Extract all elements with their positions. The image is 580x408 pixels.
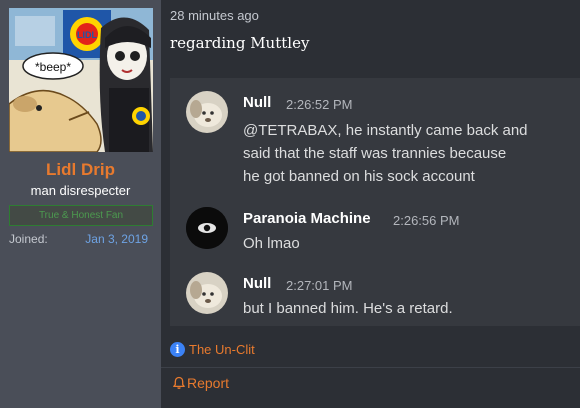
message-line: but I banned him. He's a retard. xyxy=(243,300,453,317)
post-text: regarding Muttley xyxy=(170,34,310,52)
avatar-logo-text: LIDL xyxy=(77,30,97,40)
message-avatar xyxy=(186,207,228,249)
message-avatar xyxy=(186,272,228,314)
username[interactable]: Lidl Drip xyxy=(0,160,161,180)
divider xyxy=(161,367,580,368)
message-line: said that the staff was trannies because xyxy=(243,145,507,162)
user-sidebar: LIDL *beep* Lidl Drip man disrespecter T… xyxy=(0,0,161,408)
message-line: he got banned on his sock account xyxy=(243,168,475,185)
post-timestamp[interactable]: 28 minutes ago xyxy=(170,8,259,23)
message-avatar xyxy=(186,91,228,133)
message-author[interactable]: Paranoia Machine xyxy=(243,210,371,227)
user-title: man disrespecter xyxy=(30,183,131,198)
message-body: @TETRABAX, he instantly came back and sa… xyxy=(243,119,528,188)
avatar-illustration: LIDL *beep* xyxy=(9,8,153,152)
joined-label: Joined: xyxy=(9,232,48,246)
bell-icon xyxy=(173,376,185,390)
user-avatar[interactable]: LIDL *beep* xyxy=(9,8,153,152)
eye-icon xyxy=(186,207,228,249)
message-line: @TETRABAX, he instantly came back and xyxy=(243,122,528,139)
message-line: Oh lmao xyxy=(243,235,300,252)
message-timestamp: 2:26:56 PM xyxy=(393,213,460,228)
message-body: but I banned him. He's a retard. xyxy=(243,297,453,320)
message-body: Oh lmao xyxy=(243,232,300,255)
null-avatar-icon xyxy=(186,272,228,314)
message-timestamp: 2:26:52 PM xyxy=(286,97,353,112)
message-author[interactable]: Null xyxy=(243,275,271,292)
info-icon: i xyxy=(170,342,185,357)
null-avatar-icon xyxy=(186,91,228,133)
message-author[interactable]: Null xyxy=(243,94,271,111)
message-timestamp: 2:27:01 PM xyxy=(286,278,353,293)
report-label: Report xyxy=(187,375,230,391)
avatar-speech-text: *beep* xyxy=(35,60,71,74)
joined-date: Jan 3, 2019 xyxy=(85,232,148,246)
badge-label: The Un-Clit xyxy=(189,342,255,357)
user-banner: True & Honest Fan xyxy=(9,205,153,226)
chat-screenshot: Null 2:26:52 PM @TETRABAX, he instantly … xyxy=(170,78,580,326)
